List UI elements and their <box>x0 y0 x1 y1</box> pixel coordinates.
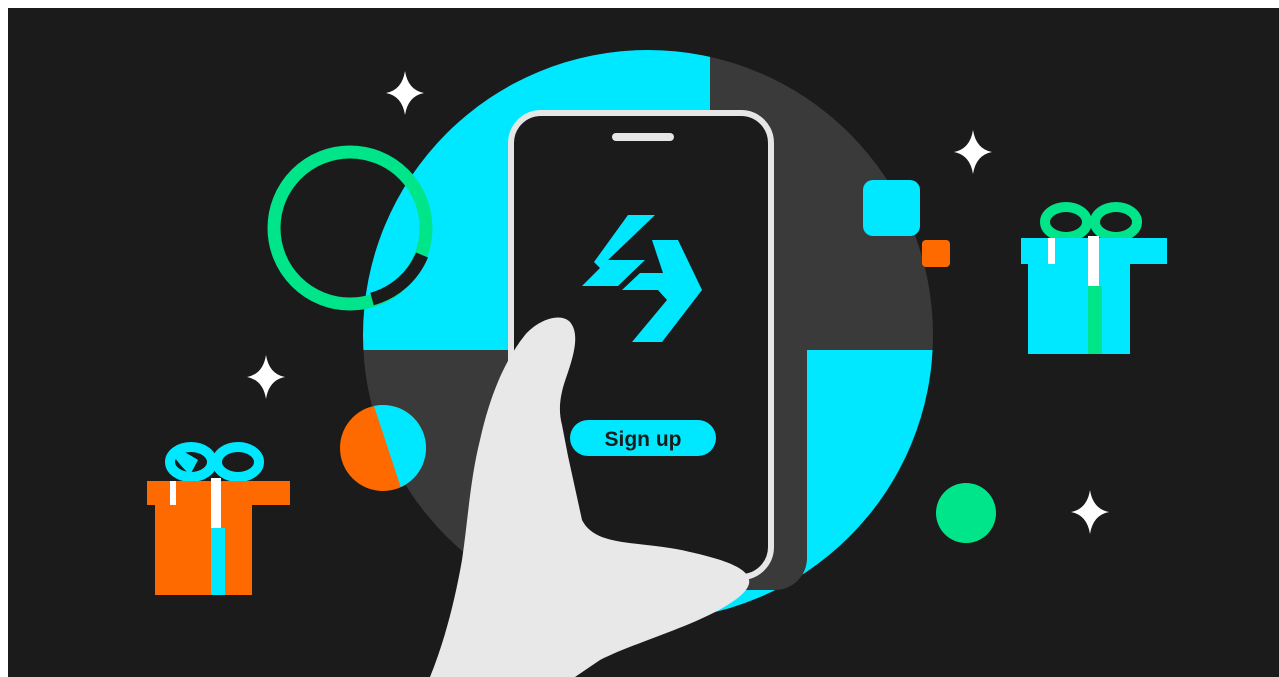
phone-speaker <box>612 133 674 141</box>
promo-illustration: Sign up <box>0 0 1279 677</box>
signup-button[interactable]: Sign up <box>570 420 716 456</box>
signup-button-label[interactable]: Sign up <box>605 428 682 451</box>
green-dot <box>936 483 996 543</box>
orange-square <box>922 240 950 267</box>
cyan-square <box>863 180 920 236</box>
page-margin-top <box>0 0 1279 8</box>
page-margin-left <box>0 0 8 677</box>
